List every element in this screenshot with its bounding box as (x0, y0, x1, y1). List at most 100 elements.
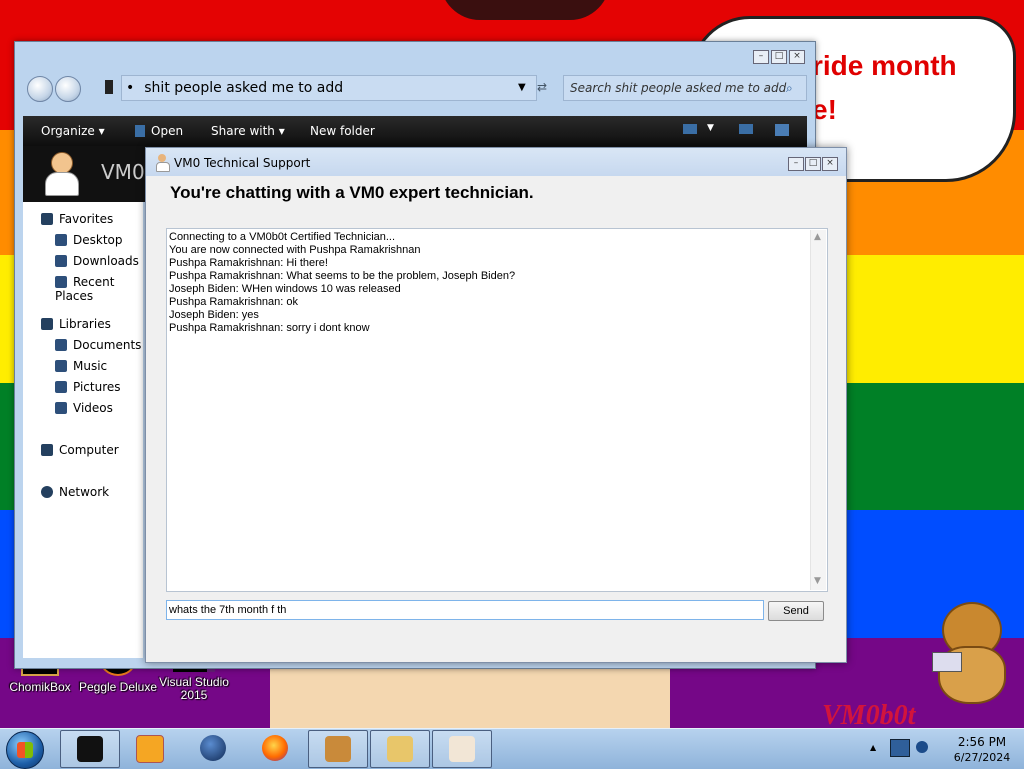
chat-maximize-button[interactable]: □ (805, 157, 821, 171)
nav-label: Pictures (73, 380, 121, 394)
refresh-icon[interactable]: ⇄ (537, 80, 547, 94)
open-icon (135, 125, 145, 137)
explorer-minimize-button[interactable]: – (753, 50, 769, 64)
folder-taskbar-icon (387, 736, 413, 762)
chat-line: Connecting to a VM0b0t Certified Technic… (169, 231, 396, 243)
technician-app-icon (156, 154, 170, 172)
search-icon[interactable]: ⌕ (786, 76, 793, 100)
nav-downloads[interactable]: Downloads (55, 254, 139, 268)
share-with-label: Share with (211, 124, 275, 138)
taskbar-globe-button[interactable] (184, 730, 242, 766)
speech-bubble-text: ride month e! (812, 44, 957, 132)
taskbar-folder-button[interactable] (370, 730, 430, 768)
clock-date[interactable]: 6/27/2024 (942, 751, 1022, 764)
chat-line: Pushpa Ramakrishnan: Hi there! (169, 257, 328, 269)
chat-close-button[interactable]: × (822, 157, 838, 171)
explorer-address-row: • shit people asked me to add ▼ ⇄ Search … (15, 70, 815, 110)
nav-pictures[interactable]: Pictures (55, 380, 121, 394)
volume-tray-icon[interactable] (916, 741, 928, 753)
chat-window: VM0 Technical Support – □ × You're chatt… (145, 147, 847, 663)
explorer-taskbar-icon (77, 736, 103, 762)
network-tray-icon[interactable] (890, 739, 910, 757)
nav-label: Computer (59, 443, 119, 457)
change-view-icon[interactable] (683, 124, 697, 134)
speech-bubble-line-2: e! (812, 94, 837, 125)
search-input[interactable]: Search shit people asked me to add ⌕ (563, 75, 807, 101)
start-button[interactable] (6, 731, 44, 769)
nav-label: Videos (73, 401, 113, 415)
scroll-down-icon[interactable]: ▼ (814, 576, 821, 586)
address-dropdown-icon[interactable]: ▼ (518, 76, 526, 100)
computer-icon (41, 444, 53, 456)
firefox-icon (262, 735, 288, 761)
taskbar-chomikbox-button[interactable] (308, 730, 368, 768)
chat-message-input[interactable]: whats the 7th month f th (166, 600, 764, 620)
show-hidden-icons-button[interactable]: ▲ (870, 743, 876, 752)
nav-recent-places[interactable]: Recent Places (55, 275, 143, 303)
chat-titlebar[interactable]: VM0 Technical Support – □ × (146, 148, 846, 176)
taskbar: ▲ 2:56 PM 6/27/2024 (0, 728, 1024, 769)
nav-label: Documents (73, 338, 142, 352)
favorites-icon (41, 213, 53, 225)
nav-videos[interactable]: Videos (55, 401, 113, 415)
back-button[interactable] (27, 76, 53, 102)
organize-menu-button[interactable]: Organize ▾ (41, 124, 105, 138)
preview-pane-icon[interactable] (739, 124, 753, 134)
navigation-pane: Favorites Desktop Downloads Recent Place… (23, 202, 143, 658)
chat-scrollbar[interactable]: ▲ ▼ (810, 230, 826, 590)
open-button[interactable]: Open (135, 124, 183, 138)
folder-icon (105, 80, 113, 94)
organize-label: Organize (41, 124, 95, 138)
new-folder-button[interactable]: New folder (310, 124, 375, 138)
send-button[interactable]: Send (768, 601, 824, 621)
chat-line: You are now connected with Pushpa Ramakr… (169, 244, 421, 256)
nav-network[interactable]: Network (41, 485, 109, 499)
network-icon (41, 486, 53, 498)
taskbar-technical-support-button[interactable] (432, 730, 492, 768)
address-bar[interactable]: • shit people asked me to add ▼ (121, 75, 537, 101)
explorer-close-button[interactable]: × (789, 50, 805, 64)
chat-line: Joseph Biden: yes (169, 309, 259, 321)
hamster-mascot (930, 600, 1010, 704)
nav-documents[interactable]: Documents (55, 338, 141, 352)
downloads-icon (55, 255, 67, 267)
wallpaper-top-mouth (440, 0, 610, 20)
nav-label: Libraries (59, 317, 111, 331)
videos-icon (55, 402, 67, 414)
taskbar-firefox-button[interactable] (246, 730, 304, 766)
nav-computer[interactable]: Computer (41, 443, 119, 457)
music-icon (55, 360, 67, 372)
desktop-icon (55, 234, 67, 246)
new-folder-label: New folder (310, 124, 375, 138)
documents-icon (55, 339, 67, 351)
search-placeholder: Search shit people asked me to add (570, 81, 787, 95)
nav-label: Favorites (59, 212, 114, 226)
clock-time[interactable]: 2:56 PM (942, 735, 1022, 749)
explorer-toolbar: Organize ▾ Open Share with ▾ New folder … (23, 116, 807, 146)
desktop-icon-label: Visual Studio 2015 (159, 675, 229, 702)
technician-taskbar-icon (449, 736, 475, 762)
nav-desktop[interactable]: Desktop (55, 233, 123, 247)
nav-music[interactable]: Music (55, 359, 107, 373)
explorer-maximize-button[interactable]: □ (771, 50, 787, 64)
globe-icon (200, 735, 226, 761)
chat-line: Pushpa Ramakrishnan: ok (169, 296, 299, 308)
nav-label: Desktop (73, 233, 123, 247)
nav-favorites[interactable]: Favorites (41, 212, 113, 226)
media-player-icon (136, 735, 164, 763)
chat-line: Pushpa Ramakrishnan: What seems to be th… (169, 270, 516, 282)
open-label: Open (151, 124, 184, 138)
taskbar-explorer-button[interactable] (60, 730, 120, 768)
desktop-icon-label: Peggle Deluxe (78, 680, 158, 694)
nav-libraries[interactable]: Libraries (41, 317, 111, 331)
scroll-up-icon[interactable]: ▲ (814, 232, 821, 242)
help-icon[interactable] (775, 124, 789, 136)
explorer-banner-title: VM0 (101, 160, 145, 184)
taskbar-media-player-button[interactable] (120, 730, 178, 766)
forward-button[interactable] (55, 76, 81, 102)
chat-transcript[interactable]: Connecting to a VM0b0t Certified Technic… (166, 228, 828, 592)
chat-minimize-button[interactable]: – (788, 157, 804, 171)
share-with-button[interactable]: Share with ▾ (211, 124, 285, 138)
view-dropdown-icon[interactable]: ▼ (707, 123, 714, 133)
address-path: shit people asked me to add (144, 80, 344, 96)
